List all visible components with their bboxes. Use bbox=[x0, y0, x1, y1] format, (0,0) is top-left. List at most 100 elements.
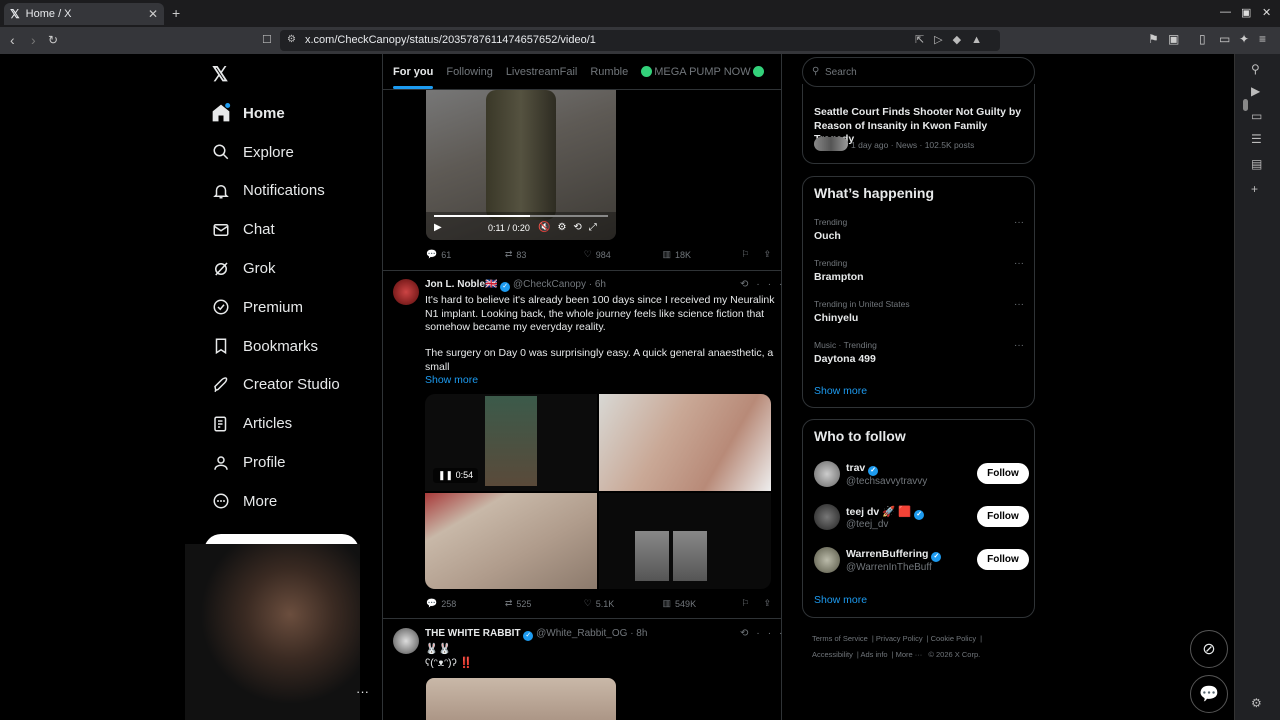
like-button[interactable]: ♡ 5.1K bbox=[584, 598, 663, 609]
tweet-video[interactable] bbox=[426, 678, 616, 720]
tab-mega-pump[interactable]: MEGA PUMP NOW bbox=[641, 65, 764, 78]
tab-following[interactable]: Following bbox=[446, 66, 492, 78]
add-side-icon[interactable]: + bbox=[1251, 182, 1258, 196]
side-settings-icon[interactable]: ⚙ bbox=[1251, 696, 1262, 710]
trend-item[interactable]: Trending Ouch ··· bbox=[814, 217, 1029, 242]
sidebar-item-creator-studio[interactable]: Creator Studio bbox=[210, 366, 340, 405]
tweet-menu-icons[interactable]: ⟲··· bbox=[740, 628, 790, 639]
trend-more-icon[interactable]: ··· bbox=[1014, 258, 1024, 269]
tab-livestreamfail[interactable]: LivestreamFail bbox=[506, 66, 578, 78]
x-logo[interactable]: 𝕏 bbox=[212, 62, 228, 87]
avatar[interactable] bbox=[814, 547, 840, 573]
footer-link[interactable]: Terms of Service bbox=[812, 634, 868, 643]
avatar[interactable] bbox=[814, 504, 840, 530]
follow-button[interactable]: Follow bbox=[977, 549, 1029, 570]
wallet-side-icon[interactable]: ▭ bbox=[1251, 109, 1262, 123]
sidebar-item-grok[interactable]: Grok bbox=[210, 249, 340, 288]
close-tab-icon[interactable]: ✕ bbox=[148, 7, 158, 21]
url-actions[interactable]: ⇱▷◆▲ bbox=[915, 33, 992, 46]
avatar[interactable] bbox=[393, 628, 419, 654]
tweet-video[interactable]: ▶ 0:11 / 0:20 🔇⚙⟲⤢ bbox=[426, 90, 616, 240]
grok-fab-button[interactable]: ⊘ bbox=[1190, 630, 1228, 668]
reading-list-icon[interactable]: ☰ bbox=[1251, 132, 1262, 146]
url-field[interactable]: ☐ ⚙ x.com/CheckCanopy/status/20357876114… bbox=[262, 30, 1000, 51]
views-button[interactable]: ▥ 18K bbox=[663, 249, 742, 260]
footer-link[interactable]: More ··· bbox=[896, 650, 923, 659]
sidebar-item-articles[interactable]: Articles bbox=[210, 404, 340, 443]
trend-more-icon[interactable]: ··· bbox=[1014, 299, 1024, 310]
back-button[interactable]: ‹ bbox=[10, 32, 15, 48]
reply-button[interactable]: 💬 258 bbox=[426, 598, 505, 609]
follow-button[interactable]: Follow bbox=[977, 506, 1029, 527]
trends-show-more-link[interactable]: Show more bbox=[814, 385, 867, 397]
trend-item[interactable]: Music · Trending Daytona 499 ··· bbox=[814, 340, 1029, 365]
play-icon[interactable]: ▶ bbox=[434, 222, 442, 233]
author-name[interactable]: Jon L. Noble🇬🇧 bbox=[425, 279, 497, 290]
trend-more-icon[interactable]: ··· bbox=[1014, 217, 1024, 228]
extensions-icon[interactable]: ⚑ bbox=[1148, 32, 1159, 46]
sidebar-item-home[interactable]: Home bbox=[210, 94, 340, 133]
bookmark-page-icon[interactable]: ☐ bbox=[262, 33, 272, 46]
like-button[interactable]: ♡ 984 bbox=[584, 249, 663, 260]
footer-link[interactable]: Accessibility bbox=[812, 650, 853, 659]
sidebar-item-explore[interactable]: Explore bbox=[210, 133, 340, 172]
sidebar-item-more[interactable]: More bbox=[210, 482, 340, 521]
author-name[interactable]: THE WHITE RABBIT bbox=[425, 628, 521, 639]
follow-show-more-link[interactable]: Show more bbox=[814, 594, 867, 606]
browser-tab[interactable]: 𝕏 Home / X ✕ bbox=[4, 3, 164, 25]
media-image[interactable] bbox=[599, 394, 771, 491]
follow-suggestion[interactable]: trav ✓ @techsavvytravvy Follow bbox=[814, 460, 1029, 490]
media-image[interactable] bbox=[425, 493, 597, 589]
scrollbar-thumb[interactable] bbox=[1243, 99, 1248, 111]
site-info-icon[interactable]: ⚙ bbox=[287, 34, 296, 45]
video-control-icons[interactable]: 🔇⚙⟲⤢ bbox=[538, 222, 604, 233]
bookmark-icon[interactable]: ⚐ bbox=[741, 598, 749, 609]
chat-fab-button[interactable]: 💬 bbox=[1190, 675, 1228, 713]
avatar[interactable] bbox=[814, 461, 840, 487]
account-more-icon[interactable]: ··· bbox=[356, 684, 369, 699]
show-more-link[interactable]: Show more bbox=[425, 374, 478, 386]
share-icon[interactable]: ⇪ bbox=[763, 249, 771, 260]
wallet-icon[interactable]: ▭ bbox=[1219, 32, 1230, 46]
follow-suggestion[interactable]: teej dv 🚀 🟥 ✓ @teej_dv Follow bbox=[814, 503, 1029, 533]
forward-button[interactable]: › bbox=[31, 32, 36, 48]
screenshot-icon[interactable]: ▣ bbox=[1168, 32, 1179, 46]
bookmarks-side-icon[interactable]: ▤ bbox=[1251, 157, 1262, 171]
footer-link[interactable]: Cookie Policy bbox=[931, 634, 976, 643]
avatar[interactable] bbox=[393, 279, 419, 305]
reload-icon[interactable]: ↻ bbox=[48, 33, 58, 47]
sidebar-toggle-icon[interactable]: ▯ bbox=[1199, 32, 1206, 46]
author-handle[interactable]: @White_Rabbit_OG bbox=[536, 628, 627, 639]
trend-item[interactable]: Trending in United States Chinyelu ··· bbox=[814, 299, 1029, 324]
repost-button[interactable]: ⇄ 525 bbox=[505, 598, 584, 609]
views-button[interactable]: ▥ 549K bbox=[663, 598, 742, 609]
sidebar-item-bookmarks[interactable]: Bookmarks bbox=[210, 327, 340, 366]
reply-button[interactable]: 💬 61 bbox=[426, 249, 505, 260]
video-icon[interactable]: ▶ bbox=[1251, 84, 1260, 98]
video-progress[interactable] bbox=[434, 215, 608, 217]
footer-link[interactable]: Privacy Policy bbox=[876, 634, 923, 643]
leo-icon[interactable]: ✦ bbox=[1239, 32, 1249, 46]
follow-suggestion[interactable]: WarrenBuffering ✓ @WarrenInTheBuff Follo… bbox=[814, 546, 1029, 576]
author-handle[interactable]: @CheckCanopy bbox=[513, 279, 586, 290]
media-image[interactable] bbox=[599, 493, 771, 589]
sidebar-item-chat[interactable]: Chat bbox=[210, 210, 340, 249]
trend-item[interactable]: Trending Brampton ··· bbox=[814, 258, 1029, 283]
tweet-time[interactable]: · 8h bbox=[630, 628, 647, 639]
sidebar-item-profile[interactable]: Profile bbox=[210, 443, 340, 482]
bookmark-icon[interactable]: ⚐ bbox=[741, 249, 749, 260]
media-video[interactable]: ❚❚ 0:54 bbox=[425, 394, 597, 491]
sidebar-item-premium[interactable]: Premium bbox=[210, 288, 340, 327]
follow-button[interactable]: Follow bbox=[977, 463, 1029, 484]
sidebar-item-notifications[interactable]: Notifications bbox=[210, 172, 340, 211]
tab-rumble[interactable]: Rumble bbox=[590, 66, 628, 78]
trend-more-icon[interactable]: ··· bbox=[1014, 340, 1024, 351]
minimize-button[interactable]: — bbox=[1220, 6, 1231, 18]
tweet-time[interactable]: · 6h bbox=[589, 279, 606, 290]
repost-button[interactable]: ⇄ 83 bbox=[505, 249, 584, 260]
search-input[interactable]: ⚲ Search bbox=[802, 57, 1035, 87]
new-tab-button[interactable]: + bbox=[172, 5, 180, 21]
pin-icon[interactable]: ⚲ bbox=[1251, 62, 1260, 76]
tweet-menu-icons[interactable]: ⟲··· bbox=[740, 279, 790, 290]
maximize-button[interactable]: ▣ bbox=[1241, 6, 1251, 19]
